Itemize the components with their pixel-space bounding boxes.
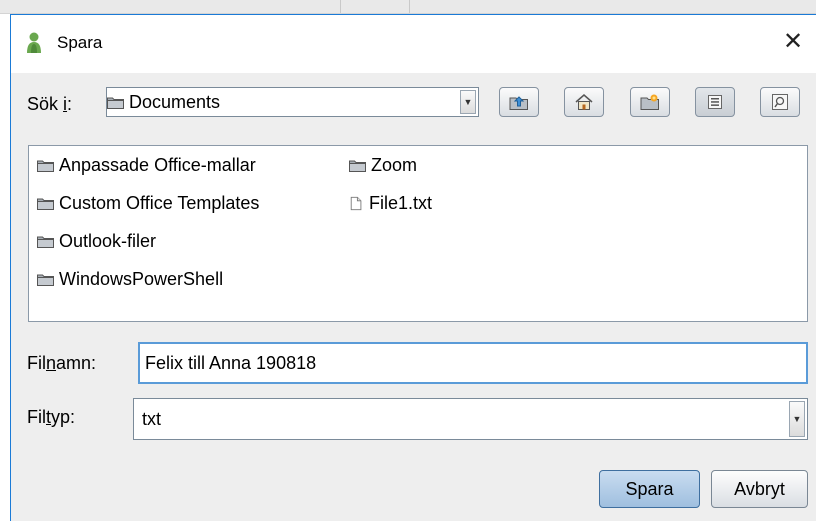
details-view-button[interactable]: [760, 87, 800, 117]
chevron-down-icon[interactable]: ▼: [460, 90, 476, 114]
file-name: Zoom: [371, 155, 418, 175]
filetype-selected: txt: [142, 408, 162, 429]
home-button[interactable]: [564, 87, 604, 117]
filetype-dropdown[interactable]: txt ▼: [133, 398, 808, 440]
look-in-label: Sök i:: [27, 94, 72, 115]
home-icon: [575, 94, 593, 110]
save-button[interactable]: Spara: [599, 470, 700, 508]
background-divider: [340, 0, 341, 14]
dropdown-arrow-glyph: ▼: [792, 414, 802, 424]
close-icon: ✕: [782, 28, 804, 55]
cancel-button-label: Avbryt: [734, 478, 785, 499]
file-name: Custom Office Templates: [59, 193, 260, 213]
filetype-label: Filtyp:: [27, 407, 75, 428]
look-in-label-colon: :: [67, 94, 73, 114]
look-in-selected: Documents: [129, 91, 221, 112]
dropdown-arrow-glyph: ▼: [463, 97, 473, 107]
folder-icon: [37, 236, 54, 248]
list-item[interactable]: Outlook-filer: [37, 231, 156, 252]
save-dialog: Spara ✕ Sök i: Documents ▼ Anpassade Off…: [10, 14, 816, 521]
list-item[interactable]: Zoom: [349, 155, 417, 176]
filetype-label-suffix: yp:: [51, 407, 76, 427]
folder-icon: [37, 160, 54, 172]
filename-input[interactable]: Felix till Anna 190818: [138, 342, 808, 384]
folder-icon: [107, 97, 124, 109]
file-name: WindowsPowerShell: [59, 269, 224, 289]
filename-mnemonic: n: [46, 353, 57, 373]
list-view-icon: [708, 95, 722, 109]
filename-value: Felix till Anna 190818: [145, 352, 317, 373]
cancel-button[interactable]: Avbryt: [711, 470, 808, 508]
filename-label: Filnamn:: [27, 353, 96, 374]
folder-icon: [349, 160, 366, 172]
save-button-label: Spara: [625, 478, 674, 499]
file-list[interactable]: Anpassade Office-mallar Custom Office Te…: [28, 145, 808, 322]
up-one-level-button[interactable]: [499, 87, 539, 117]
list-item[interactable]: WindowsPowerShell: [37, 269, 223, 290]
file-icon: [350, 196, 362, 211]
background-window-edge: [0, 0, 816, 14]
person-icon: [27, 32, 41, 53]
details-view-icon: [772, 94, 788, 110]
new-folder-button[interactable]: [630, 87, 670, 117]
folder-icon: [37, 198, 54, 210]
list-view-button[interactable]: [695, 87, 735, 117]
filetype-label-prefix: Fil: [27, 407, 46, 427]
list-item[interactable]: File1.txt: [349, 193, 432, 214]
chevron-down-icon[interactable]: ▼: [789, 401, 805, 437]
filename-label-prefix: Fil: [27, 353, 46, 373]
list-item[interactable]: Custom Office Templates: [37, 193, 259, 214]
background-divider: [409, 0, 410, 14]
new-folder-icon: [640, 94, 659, 110]
file-name: Anpassade Office-mallar: [59, 155, 256, 175]
list-item[interactable]: Anpassade Office-mallar: [37, 155, 256, 176]
up-one-level-icon: [509, 96, 528, 110]
file-name: Outlook-filer: [59, 231, 157, 251]
folder-icon: [37, 274, 54, 286]
file-name: File1.txt: [369, 193, 433, 213]
close-button[interactable]: ✕: [778, 27, 808, 57]
dialog-title: Spara: [57, 33, 103, 52]
look-in-label-text: Sök: [27, 94, 64, 114]
filename-label-suffix: amn:: [56, 353, 97, 373]
look-in-dropdown[interactable]: Documents ▼: [106, 87, 479, 117]
title-bar: Spara ✕: [11, 15, 816, 73]
